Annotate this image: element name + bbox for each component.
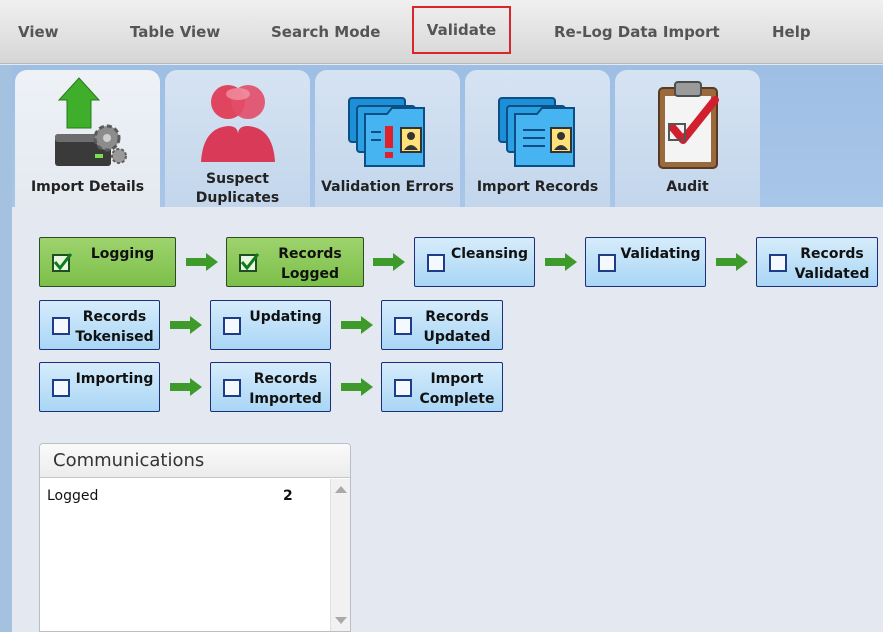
step-checkbox [52, 253, 73, 272]
step-label-line1: Records [800, 246, 864, 262]
duplicate-users-icon [201, 85, 275, 162]
list-item-value: 2 [283, 488, 293, 504]
step-label-line2: Logged [280, 266, 340, 282]
step-logging: Logging [39, 237, 176, 287]
step-label: Importing [75, 371, 154, 387]
tab-audit[interactable]: Audit [615, 70, 760, 207]
arrow-right-icon [716, 253, 748, 271]
arrow-right-icon [545, 253, 577, 271]
step-checkbox [598, 254, 616, 272]
step-label: Updating [249, 309, 322, 325]
step-label-line1: Records [278, 246, 342, 262]
step-label-line2: Validated [794, 266, 870, 282]
arrow-right-icon [373, 253, 405, 271]
step-label-line2: Imported [249, 391, 322, 407]
step-label-line1: Records [425, 309, 489, 325]
step-cleansing: Cleansing [414, 237, 535, 287]
list-item: Logged 2 [47, 488, 327, 504]
clipboard-check-icon [658, 81, 719, 169]
step-updating: Updating [210, 300, 331, 350]
step-label-line2: Tokenised [75, 329, 154, 345]
tab-suspect-label-line2: Duplicates [195, 190, 280, 206]
step-records-logged: Records Logged [226, 237, 364, 287]
step-label-line2: Complete [419, 391, 495, 407]
tab-audit-label: Audit [666, 179, 709, 195]
tab-suspect-label-line1: Suspect [206, 171, 269, 187]
arrow-right-icon [170, 316, 202, 334]
tab-strip: Import Details Suspect Duplicates Valida… [12, 65, 883, 207]
tab-import-records[interactable]: Import Records [465, 70, 610, 207]
menu-validate[interactable]: Validate [412, 6, 511, 54]
frame-left-border [0, 65, 12, 632]
menu-table-view[interactable]: Table View [130, 0, 220, 64]
step-checkbox [239, 253, 260, 272]
menu-help[interactable]: Help [772, 0, 811, 64]
folder-records-icon [498, 97, 575, 167]
step-checkbox [52, 379, 70, 397]
step-records-tokenised: Records Tokenised [39, 300, 160, 350]
step-checkbox [769, 254, 787, 272]
arrow-right-icon [170, 378, 202, 396]
communications-list: Logged 2 [40, 479, 330, 631]
menu-relog-data-import[interactable]: Re-Log Data Import [554, 0, 720, 64]
scroll-down-icon[interactable] [335, 617, 347, 624]
tab-validation-errors-label: Validation Errors [321, 179, 454, 195]
menu-bar: View Table View Search Mode Validate Re-… [0, 0, 883, 64]
step-checkbox [223, 317, 241, 335]
scroll-up-icon[interactable] [335, 486, 347, 493]
step-import-complete: Import Complete [381, 362, 503, 412]
step-checkbox [223, 379, 241, 397]
arrow-right-icon [186, 253, 218, 271]
step-label-line2: Updated [423, 329, 491, 345]
arrow-right-icon [341, 316, 373, 334]
step-importing: Importing [39, 362, 160, 412]
communications-title: Communications [40, 444, 350, 478]
step-checkbox [427, 254, 445, 272]
step-checkbox [394, 317, 412, 335]
step-label: Cleansing [450, 246, 529, 262]
communications-scrollbar[interactable] [330, 479, 350, 631]
step-records-updated: Records Updated [381, 300, 503, 350]
tab-import-details-label: Import Details [30, 179, 145, 195]
step-checkbox [52, 317, 70, 335]
step-label-line1: Import [430, 371, 484, 387]
step-validating: Validating [585, 237, 706, 287]
tab-validation-errors[interactable]: Validation Errors [315, 70, 460, 207]
tab-import-details[interactable]: Import Details [15, 70, 160, 207]
step-records-validated: Records Validated [756, 237, 878, 287]
step-label-line1: Records [82, 309, 147, 325]
folder-error-icon [348, 97, 425, 167]
menu-search-mode[interactable]: Search Mode [271, 0, 380, 64]
step-label-line1: Records [253, 371, 318, 387]
menu-view[interactable]: View [18, 0, 59, 64]
list-item-label: Logged [47, 488, 99, 504]
tab-import-records-label: Import Records [476, 179, 599, 195]
arrow-right-icon [341, 378, 373, 396]
tab-suspect-duplicates[interactable]: Suspect Duplicates [165, 70, 310, 207]
step-checkbox [394, 379, 412, 397]
step-label: Logging [90, 246, 155, 262]
step-records-imported: Records Imported [210, 362, 331, 412]
step-label: Validating [620, 246, 701, 262]
server-upload-icon [55, 77, 127, 166]
communications-panel: Communications Logged 2 [39, 443, 351, 632]
